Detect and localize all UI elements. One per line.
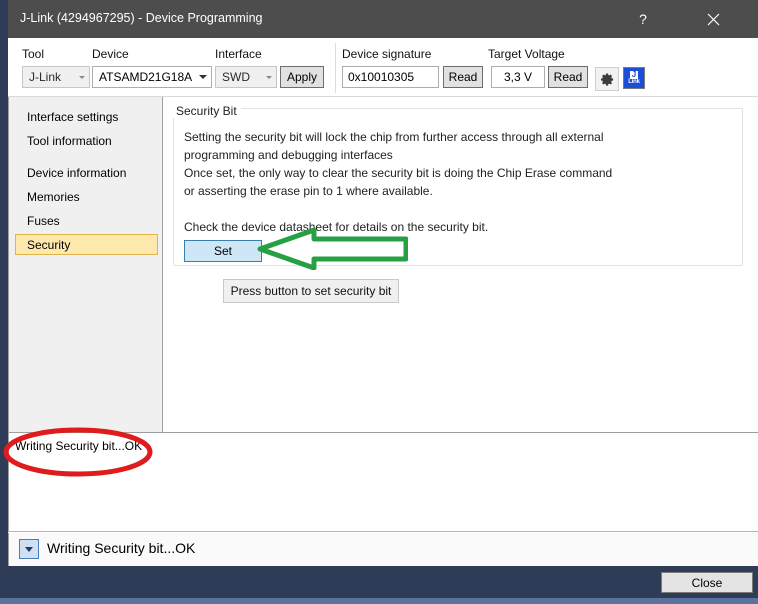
sidebar-item-security[interactable]: Security [15,234,158,255]
description-line-1: Setting the security bit will lock the c… [184,130,604,144]
close-icon [707,13,719,25]
gear-icon [600,72,613,86]
device-select[interactable]: ATSAMD21G18A [92,66,212,88]
chevron-down-icon [266,75,272,79]
target-voltage-input[interactable]: 3,3 V [491,66,545,88]
toolbar-separator [335,43,336,93]
log-panel[interactable]: Writing Security bit...OK [8,432,758,532]
log-expand-toggle[interactable] [19,539,39,559]
dialog-footer: Close [8,566,758,598]
description-line-4: or asserting the erase pin to 1 where av… [184,184,433,198]
device-select-value: ATSAMD21G18A [99,70,193,84]
frame-accent-bar [0,598,758,604]
sidebar-item-memories[interactable]: Memories [15,186,158,207]
device-signature-input[interactable]: 0x10010305 [342,66,439,88]
interface-select[interactable]: SWD [215,66,277,88]
jlink-logo-button[interactable]: J Link [623,67,645,89]
log-entry: Writing Security bit...OK [15,439,143,453]
apply-button[interactable]: Apply [280,66,324,88]
sidebar-item-tool-information[interactable]: Tool information [15,130,158,151]
interface-label: Interface [215,47,262,61]
device-label: Device [92,47,129,61]
chevron-down-icon [79,75,85,79]
close-dialog-button[interactable]: Close [661,572,753,593]
status-message: Writing Security bit...OK [47,540,196,556]
interface-select-value: SWD [222,70,250,84]
description-line-2: programming and debugging interfaces [184,148,393,162]
help-button[interactable]: ? [620,0,666,38]
sidebar-item-device-information[interactable]: Device information [15,162,158,183]
groupbox-title: Security Bit [172,104,241,118]
device-programming-window: J-Link (4294967295) - Device Programming… [8,0,758,566]
window-title: J-Link (4294967295) - Device Programming [20,11,263,25]
tool-select-value: J-Link [29,70,62,84]
tool-select[interactable]: J-Link [22,66,90,88]
read-voltage-button[interactable]: Read [548,66,588,88]
settings-button[interactable] [595,67,619,91]
set-security-bit-button[interactable]: Set [184,240,262,262]
target-voltage-label: Target Voltage [488,47,565,61]
sidebar: Interface settings Tool information Devi… [8,97,163,432]
tool-label: Tool [22,47,45,61]
chevron-down-icon [199,75,207,79]
sidebar-item-fuses[interactable]: Fuses [15,210,158,231]
read-signature-button[interactable]: Read [443,66,483,88]
security-description: Setting the security bit will lock the c… [184,128,724,236]
status-bar: Writing Security bit...OK [8,533,758,566]
jlink-icon-word: Link [628,78,640,85]
jlink-icon-letter: J [629,69,639,79]
device-signature-label: Device signature [342,47,432,61]
sidebar-item-interface-settings[interactable]: Interface settings [15,106,158,127]
description-line-3: Once set, the only way to clear the secu… [184,166,613,180]
chevron-down-icon [25,546,33,552]
title-bar: J-Link (4294967295) - Device Programming… [8,0,758,38]
toolbar: Tool J-Link Device ATSAMD21G18A Interfac… [8,38,758,97]
description-note: Check the device datasheet for details o… [184,220,489,234]
close-window-button[interactable] [690,0,736,38]
press-button-hint: Press button to set security bit [223,279,399,303]
